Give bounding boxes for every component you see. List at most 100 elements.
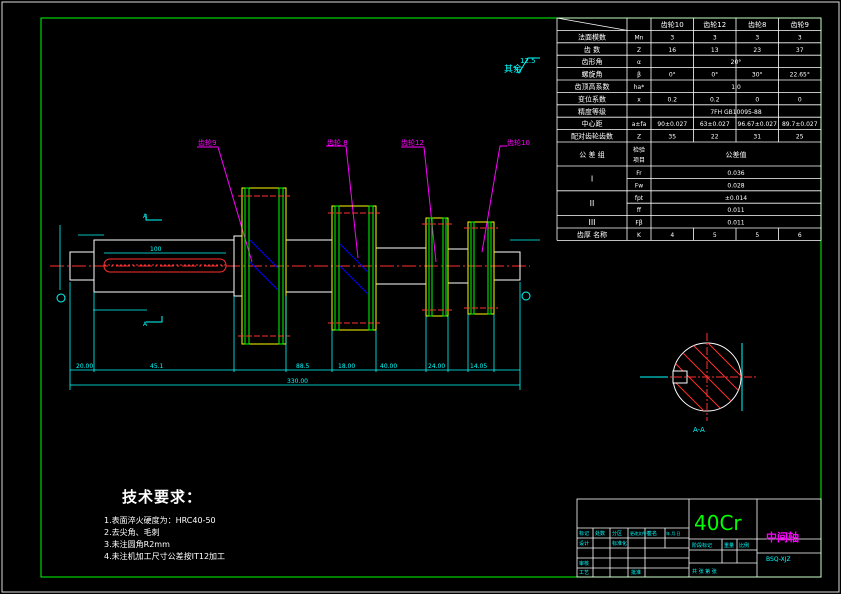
tech-title: 技术要求：: [122, 488, 203, 506]
title-block-cell-zone: 分区: [612, 530, 622, 537]
table-param-value: 23: [753, 47, 761, 54]
title-block-cell-sign: 签名: [647, 530, 657, 537]
table-param-value: 0°: [711, 72, 718, 79]
table-param-value: 31: [753, 134, 761, 141]
table-param-name: 法面模数: [578, 32, 606, 41]
table-param-value: 13: [711, 47, 719, 54]
table-param-symbol: Z: [637, 47, 641, 54]
table-param-value: 25: [796, 134, 804, 141]
table-param-symbol: α: [637, 59, 641, 66]
table-param-symbol: a±fa: [632, 121, 647, 128]
table-param-value: 3: [755, 34, 759, 41]
tol-item-symbol: fpt: [635, 195, 644, 202]
title-block-material: 40Cr: [694, 511, 742, 535]
tol-group-header: 公 差 组: [579, 150, 604, 159]
title-block-cell-date: 年.月.日: [666, 530, 681, 536]
tol-item-value: 0.011: [727, 220, 744, 227]
title-block-cell-design: 设计: [579, 540, 589, 547]
table-param-value: 0: [755, 96, 759, 103]
tol-item-value: 0.028: [727, 182, 744, 189]
table-param-value: 90±0.027: [657, 121, 687, 128]
title-block-cell-mark: 标记: [579, 530, 589, 537]
dim-left: 20.00: [76, 363, 93, 370]
table-param-value: 0.2: [667, 96, 677, 103]
dim-d4: 24.00: [428, 363, 445, 370]
gear12-leader: [401, 146, 437, 263]
dim-total: 330.00: [287, 378, 308, 385]
table-footer-value: 5: [755, 232, 759, 239]
table-param-value: 96.67±0.027: [738, 121, 778, 128]
table-param-name: 螺旋角: [582, 70, 603, 79]
gear10-body: [467, 221, 495, 315]
dim-d5: 14.05: [470, 363, 487, 370]
tol-item-value: 0.011: [727, 207, 744, 214]
dim-d3: 40.00: [380, 363, 397, 370]
gear10-label: 齿轮10: [507, 138, 530, 147]
table-param-value: 3: [713, 34, 717, 41]
title-block-cell-review: 审核: [579, 560, 589, 567]
gear-callouts: [197, 145, 507, 263]
section-markers: [56, 214, 531, 323]
title-block-part-name: 中间轴: [766, 530, 799, 544]
dim-key: 100: [150, 246, 162, 253]
title-block-cell-process: 工艺: [579, 570, 589, 576]
table-param-value: 3: [798, 34, 802, 41]
title-block-cell-weight: 重量: [724, 542, 734, 549]
table-param-name: 齿形角: [582, 57, 603, 66]
tech-item: 1.表面淬火硬度为：HRC40-50: [104, 516, 216, 525]
table-header-cell: 齿轮9: [791, 20, 809, 29]
tol-group-name: III: [588, 218, 595, 227]
table-footer-name: 齿厚 名称: [577, 230, 607, 239]
table-footer-value: 5: [713, 232, 717, 239]
gear9-label: 齿轮9: [198, 138, 216, 147]
title-block-drawing-no: BSQ-XJZ: [766, 556, 791, 563]
table-param-symbol: Mn: [635, 34, 644, 41]
title-block-cell-count: 处数: [595, 530, 605, 537]
gear9-leader: [197, 146, 253, 263]
dim-d1: 88.5: [296, 363, 310, 370]
tol-group-name: II: [590, 199, 595, 208]
gear12-label: 齿轮12: [401, 138, 424, 147]
table-header-cell: 齿轮12: [703, 20, 726, 29]
table-header-cell: 齿轮8: [748, 20, 766, 29]
table-param-name: 中心距: [582, 119, 603, 128]
tol-value-header: 公差值: [726, 150, 747, 159]
table-param-symbol: ha*: [634, 84, 644, 91]
dim-mid: 45.1: [150, 363, 164, 370]
tech-item: 4.未注机加工尺寸公差按IT12加工: [104, 552, 226, 561]
tol-item-symbol: Fr: [636, 170, 642, 177]
table-param-name: 齿顶高系数: [575, 82, 610, 91]
tol-item-value: ±0.014: [725, 195, 747, 202]
table-param-symbol: β: [637, 72, 641, 79]
table-param-value: 3: [670, 34, 674, 41]
table-param-symbol: Z: [637, 134, 641, 141]
table-param-name: 精度等级: [578, 107, 606, 116]
tol-item-value: 0.036: [727, 170, 744, 177]
table-param-value: 22: [711, 134, 719, 141]
section-view: [640, 333, 756, 421]
table-param-name: 齿 数: [584, 45, 600, 54]
table-rule: [556, 17, 628, 31]
table-param-name: 配对齿轮齿数: [571, 132, 613, 141]
title-block-cell-approve: 批准: [631, 569, 641, 576]
tech-item: 3.未注圆角R2mm: [104, 540, 170, 549]
title-block-cell-scale: 比例: [739, 542, 749, 549]
gear-hatch: [249, 239, 369, 295]
section-view-label: A-A: [693, 426, 705, 434]
table-footer-value: 4: [670, 232, 674, 239]
table-param-value: 35: [668, 134, 676, 141]
table-footer-symbol: K: [637, 232, 642, 239]
table-header-cell: 齿轮10: [661, 20, 684, 29]
tol-item-symbol: Fβ: [635, 220, 642, 227]
table-param-value: 22.65°: [790, 72, 810, 79]
title-block-cell-stage: 阶段标记: [692, 542, 712, 549]
table-param-value: 89.7±0.027: [782, 121, 818, 128]
table-param-value: 30°: [752, 72, 763, 79]
table-footer-value: 6: [798, 232, 802, 239]
table-param-name: 变位系数: [578, 94, 606, 103]
section-marker-a1: A: [143, 213, 148, 220]
tol-item-symbol: Fw: [635, 182, 643, 189]
table-param-value: 63±0.027: [700, 121, 730, 128]
title-block-cell-sheets: 共 张 第 张: [692, 568, 717, 575]
tol-item-header: 检验: [633, 146, 645, 154]
